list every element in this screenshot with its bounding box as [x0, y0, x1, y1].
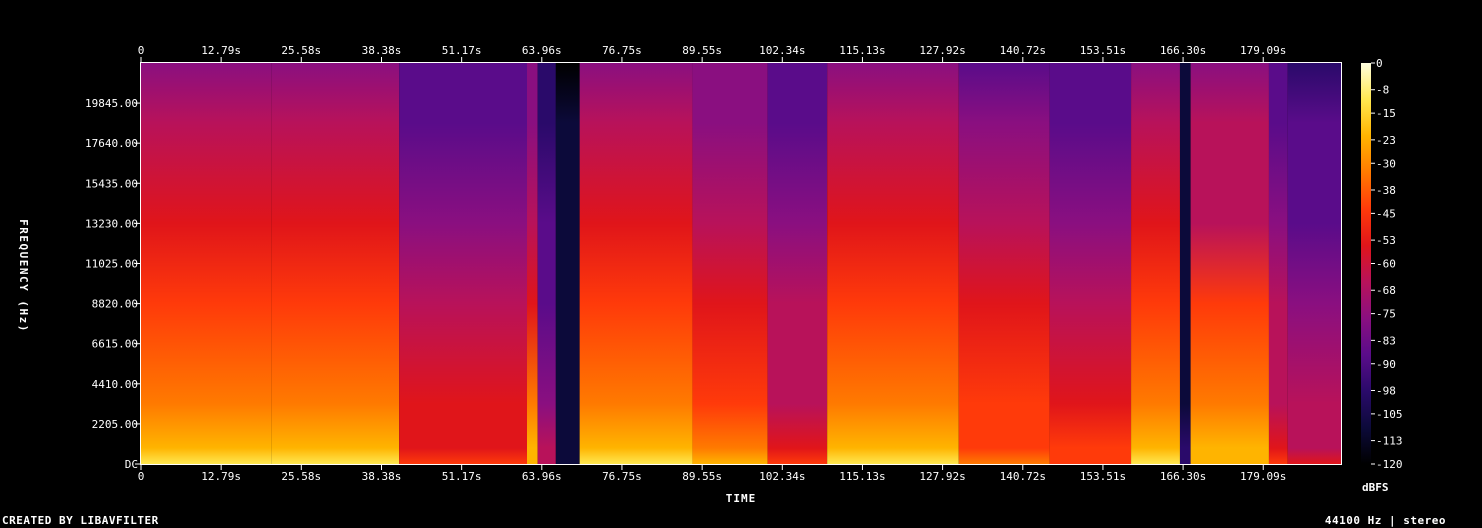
x-tick-label: 127.92s	[919, 470, 965, 483]
spectrogram-segment	[527, 63, 538, 464]
colorbar-ticks: 0 -8 -15 -23 -30 -38 -45 -53 -60 -68 -75 -83 -90 -98 -…	[1371, 57, 1403, 471]
x-tick-label: 51.17s	[442, 44, 482, 57]
colorbar	[1361, 63, 1371, 464]
x-tick-label: 166.30s	[1160, 44, 1206, 57]
y-tick-label: 17640.00	[85, 137, 138, 150]
x-tick-label: 63.96s	[522, 44, 562, 57]
x-tick-label: 89.55s	[682, 470, 722, 483]
spectrogram-segment	[958, 63, 1050, 464]
x-tick-label: 179.09s	[1240, 44, 1286, 57]
x-tick-label: 25.58s	[281, 44, 321, 57]
y-tick-label: 19845.00	[85, 97, 138, 110]
x-tick-label: 115.13s	[839, 44, 885, 57]
colorbar-tick-label: -113	[1376, 435, 1403, 448]
colorbar-tick-label: -30	[1376, 157, 1396, 170]
y-tick-label: 4410.00	[92, 378, 138, 391]
colorbar-tick-label: -98	[1376, 384, 1396, 397]
x-tick-label: 38.38s	[362, 470, 402, 483]
colorbar-tick-label: -38	[1376, 184, 1396, 197]
x-tick-label: 0	[138, 44, 145, 57]
colorbar-tick-label: -15	[1376, 107, 1396, 120]
colorbar-tick-label: -60	[1376, 258, 1396, 271]
x-tick-label: 102.34s	[759, 470, 805, 483]
x-tick-label: 76.75s	[602, 44, 642, 57]
spectrogram-segment	[399, 63, 528, 464]
x-tick-label: 153.51s	[1080, 470, 1126, 483]
colorbar-tick-label: -68	[1376, 284, 1396, 297]
y-tick-label: 15435.00	[85, 177, 138, 190]
spectrogram-segment	[1287, 63, 1341, 464]
colorbar-tick-label: -105	[1376, 408, 1403, 421]
x-tick-label: 115.13s	[839, 470, 885, 483]
y-tick-label: 13230.00	[85, 217, 138, 230]
colorbar-tick-label: -120	[1376, 458, 1403, 471]
x-tick-label: 89.55s	[682, 44, 722, 57]
x-tick-label: 51.17s	[442, 470, 482, 483]
x-tick-label: 153.51s	[1080, 44, 1126, 57]
spectrogram-segment	[579, 63, 693, 464]
x-tick-label: 179.09s	[1240, 470, 1286, 483]
colorbar-tick-label: -45	[1376, 207, 1396, 220]
x-tick-label: 12.79s	[201, 470, 241, 483]
y-tick-label: 6615.00	[92, 338, 138, 351]
x-tick-label: 140.72s	[1000, 44, 1046, 57]
y-tick-label: 8820.00	[92, 298, 138, 311]
x-tick-label: 0	[138, 470, 145, 483]
x-tick-label: 12.79s	[201, 44, 241, 57]
spectrogram-chart: 0 12.79s 25.58s 38.38s 51.17s 63.96s 76.75s 89.…	[17, 44, 1403, 505]
colorbar-tick-label: -8	[1376, 84, 1389, 97]
colorbar-tick-label: -90	[1376, 358, 1396, 371]
footer-credit: CREATED BY LIBAVFILTER	[2, 514, 159, 527]
spectrogram-bands	[141, 63, 1341, 464]
y-tick-label: DC	[125, 458, 138, 471]
x-tick-label: 140.72s	[1000, 470, 1046, 483]
spectrogram-segment	[1179, 63, 1191, 464]
x-axis-label: TIME	[726, 492, 757, 505]
x-tick-label: 63.96s	[522, 470, 562, 483]
x-tick-label: 25.58s	[281, 470, 321, 483]
spectrogram-segment	[141, 63, 272, 464]
spectrogram-segment	[537, 63, 556, 464]
y-tick-label: 11025.00	[85, 258, 138, 271]
y-axis: DC 2205.00 4410.00 6615.00 8820.00 11025.00 13…	[85, 97, 141, 471]
spectrogram-segment	[555, 63, 580, 464]
x-tick-label: 127.92s	[919, 44, 965, 57]
spectrogram-segment	[271, 63, 400, 464]
x-tick-label: 166.30s	[1160, 470, 1206, 483]
x-axis-bottom: 0 12.79s 25.58s 38.38s 51.17s 63.96s 76.75s 89.…	[138, 464, 1286, 483]
spectrogram-segment	[827, 63, 959, 464]
colorbar-label: dBFS	[1362, 481, 1389, 494]
x-tick-label: 76.75s	[602, 470, 642, 483]
spectrogram-segment	[767, 63, 828, 464]
spectrogram-segment	[1268, 63, 1288, 464]
y-axis-label: FREQUENCY (Hz)	[17, 219, 30, 333]
x-axis-top: 0 12.79s 25.58s 38.38s 51.17s 63.96s 76.75s 89.…	[138, 44, 1286, 63]
x-tick-label: 38.38s	[362, 44, 402, 57]
y-tick-label: 2205.00	[92, 418, 138, 431]
spectrogram-segment	[1190, 63, 1269, 464]
spectrogram-segment	[692, 63, 768, 464]
spectrogram-segment	[1049, 63, 1132, 464]
footer-sample-info: 44100 Hz | stereo	[1324, 514, 1446, 527]
colorbar-tick-label: 0	[1376, 57, 1383, 70]
colorbar-tick-label: -53	[1376, 234, 1396, 247]
spectrogram-segment	[1131, 63, 1180, 464]
colorbar-tick-label: -83	[1376, 334, 1396, 347]
colorbar-tick-label: -75	[1376, 308, 1396, 321]
colorbar-tick-label: -23	[1376, 134, 1396, 147]
x-tick-label: 102.34s	[759, 44, 805, 57]
